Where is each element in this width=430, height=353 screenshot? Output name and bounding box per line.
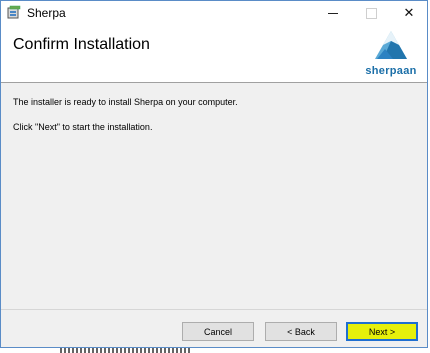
maximize-icon xyxy=(365,7,377,19)
next-button[interactable]: Next > xyxy=(346,322,418,341)
window-title: Sherpa xyxy=(27,6,66,20)
installer-app-icon xyxy=(7,5,21,19)
maximize-button xyxy=(351,1,391,25)
instruction-message: Click "Next" to start the installation. xyxy=(13,122,153,132)
title-bar[interactable]: Sherpa ✕ xyxy=(1,1,427,25)
dialog-header: Confirm Installation sherpaan xyxy=(1,25,427,83)
ready-message: The installer is ready to install Sherpa… xyxy=(13,97,238,107)
minimize-button[interactable] xyxy=(313,1,353,25)
minimize-icon xyxy=(328,12,338,14)
background-text-fragment xyxy=(60,348,190,353)
cancel-button[interactable]: Cancel xyxy=(182,322,254,341)
dialog-body: The installer is ready to install Sherpa… xyxy=(13,97,238,132)
footer-divider xyxy=(1,309,427,310)
sherpaan-logo: sherpaan xyxy=(363,29,419,79)
mountain-logo-icon xyxy=(375,31,407,59)
page-title: Confirm Installation xyxy=(13,36,150,53)
close-button[interactable]: ✕ xyxy=(389,1,427,25)
close-icon: ✕ xyxy=(403,5,415,20)
logo-wordmark: sherpaan xyxy=(365,65,417,77)
installer-window: Sherpa ✕ Confirm Installation sherpaan T… xyxy=(0,0,428,348)
back-button[interactable]: < Back xyxy=(265,322,337,341)
